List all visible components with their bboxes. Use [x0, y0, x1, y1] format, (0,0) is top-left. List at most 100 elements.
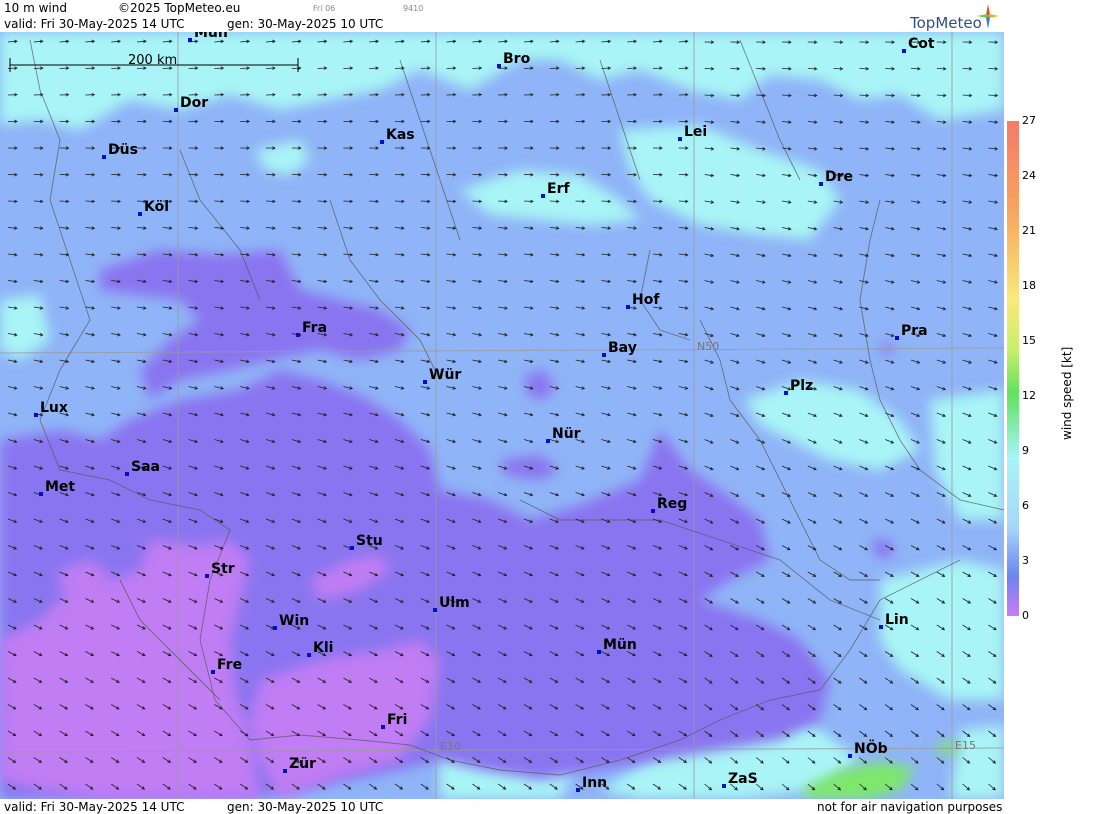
city-label: ZaS [728, 771, 758, 787]
legend-tick-27: 27 [1022, 114, 1036, 127]
disclaimer-text: not for air navigation purposes [817, 800, 1003, 814]
city-marker[interactable] [541, 194, 545, 198]
city-marker[interactable] [678, 137, 682, 141]
city-marker[interactable] [380, 140, 384, 144]
legend-tick-0: 0 [1022, 609, 1029, 622]
grid-label-n50: N50 [697, 340, 719, 353]
city-marker[interactable] [626, 305, 630, 309]
city-marker[interactable] [895, 336, 899, 340]
scale-label: 200 km [128, 53, 177, 68]
city-label: Bay [608, 340, 637, 356]
city-marker[interactable] [602, 353, 606, 357]
grid-label-e15: E15 [955, 739, 976, 752]
small-day-label: Fri 06 [313, 4, 336, 13]
legend-tick-12: 12 [1022, 389, 1036, 402]
wind-map[interactable]: 200 km N50 E10 E15 Mün Bro Cot Dor Kas Lei Düs… [0, 32, 1004, 799]
city-marker[interactable] [188, 38, 192, 42]
city-marker[interactable] [102, 155, 106, 159]
city-marker[interactable] [784, 391, 788, 395]
city-marker[interactable] [722, 784, 726, 788]
city-marker[interactable] [296, 333, 300, 337]
city-label: Mün [603, 637, 637, 653]
city-marker[interactable] [39, 492, 43, 496]
map-header: 10 m wind ©2025 TopMeteo.eu Fri 06 9410 … [0, 0, 1004, 32]
small-code-label: 9410 [403, 4, 424, 13]
footer-gen-time: gen: 30-May-2025 10 UTC [227, 800, 384, 814]
city-label: Mün [194, 32, 228, 41]
city-marker[interactable] [497, 64, 501, 68]
city-marker[interactable] [381, 725, 385, 729]
legend-tick-3: 3 [1022, 554, 1029, 567]
topmeteo-logo: TopMeteo [910, 14, 982, 32]
city-label: Saa [131, 459, 160, 475]
city-label: Nür [552, 426, 581, 442]
product-title: 10 m wind [4, 1, 67, 15]
city-marker[interactable] [597, 650, 601, 654]
city-label: Stu [356, 533, 383, 549]
city-label: Cot [908, 36, 935, 52]
city-marker[interactable] [546, 439, 550, 443]
city-label: Hof [632, 292, 660, 308]
map-footer: valid: Fri 30-May-2025 14 UTC gen: 30-Ma… [0, 799, 1004, 814]
city-marker[interactable] [423, 380, 427, 384]
city-marker[interactable] [125, 472, 129, 476]
city-label: Plz [790, 378, 813, 394]
grid-label-e10: E10 [440, 740, 461, 753]
city-label: Bro [503, 51, 531, 67]
city-label: Lux [40, 400, 68, 416]
color-legend: 27 24 21 18 15 12 9 6 3 0 [1004, 0, 1095, 814]
legend-color-bar [1007, 121, 1019, 616]
city-marker[interactable] [651, 509, 655, 513]
city-label: Köl [144, 199, 169, 215]
city-label: Fra [302, 320, 327, 336]
city-label: Win [279, 613, 309, 629]
city-marker[interactable] [138, 212, 142, 216]
city-marker[interactable] [273, 626, 277, 630]
city-marker[interactable] [174, 108, 178, 112]
city-marker[interactable] [283, 769, 287, 773]
city-label: Düs [108, 142, 138, 158]
city-label: Inn [582, 775, 607, 791]
legend-tick-9: 9 [1022, 444, 1029, 457]
header-gen-time: gen: 30-May-2025 10 UTC [227, 17, 384, 31]
legend-tick-18: 18 [1022, 279, 1036, 292]
legend-tick-6: 6 [1022, 499, 1029, 512]
compass-logo-icon [977, 4, 999, 29]
legend-tick-24: 24 [1022, 169, 1036, 182]
city-marker[interactable] [819, 182, 823, 186]
city-label: Dre [825, 169, 853, 185]
city-marker[interactable] [433, 608, 437, 612]
city-label: Fre [217, 657, 242, 673]
city-label: Zür [289, 756, 316, 772]
city-label: Fri [387, 712, 407, 728]
header-valid-time: valid: Fri 30-May-2025 14 UTC [4, 17, 185, 31]
city-marker[interactable] [848, 754, 852, 758]
city-label: Str [211, 561, 235, 577]
city-marker[interactable] [205, 574, 209, 578]
city-label: Kas [386, 127, 415, 143]
city-label: Kli [313, 640, 333, 656]
city-label: Wür [429, 367, 461, 383]
wind-field-svg: 200 km N50 E10 E15 Mün Bro Cot Dor Kas Lei Düs… [0, 32, 1004, 799]
city-marker[interactable] [211, 670, 215, 674]
city-marker[interactable] [576, 788, 580, 792]
city-label: Lei [684, 124, 707, 140]
city-marker[interactable] [350, 546, 354, 550]
legend-title: wind speed [kt] [1060, 346, 1074, 440]
footer-valid-time: valid: Fri 30-May-2025 14 UTC [4, 800, 185, 814]
city-label: Erf [547, 181, 570, 197]
copyright-text: ©2025 TopMeteo.eu [118, 1, 241, 15]
city-label: Pra [901, 323, 928, 339]
city-label: Dor [180, 95, 208, 111]
city-label: Ulm [439, 595, 470, 611]
city-marker[interactable] [34, 413, 38, 417]
city-marker[interactable] [879, 625, 883, 629]
city-label: NÖb [854, 739, 888, 757]
city-label: Met [45, 479, 75, 495]
city-label: Reg [657, 496, 687, 512]
city-marker[interactable] [902, 49, 906, 53]
legend-tick-21: 21 [1022, 224, 1036, 237]
city-label: Lin [885, 612, 909, 628]
city-marker[interactable] [307, 653, 311, 657]
legend-tick-15: 15 [1022, 334, 1036, 347]
